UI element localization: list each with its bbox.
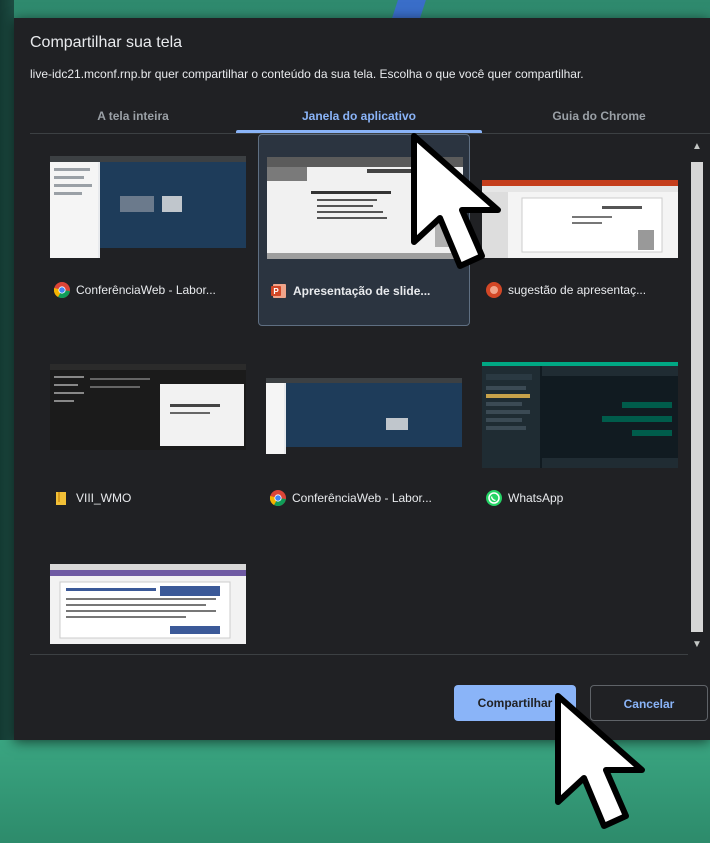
cursor-arrow-icon [555,693,645,829]
svg-text:P: P [273,287,279,296]
dialog-subtitle: live-idc21.mconf.rnp.br quer compartilha… [30,67,584,81]
window-grid: ConferênciaWeb - Labor... P Apresentação… [30,134,688,655]
window-tile[interactable]: WhatsApp [474,342,684,532]
chrome-icon [54,282,70,298]
window-title: Apresentação de slide... [293,284,431,298]
powerpoint-icon: P [271,284,286,298]
scroll-up-arrow-icon[interactable]: ▲ [690,140,704,154]
window-thumbnail [50,564,246,644]
window-label: WhatsApp [486,488,676,508]
window-tile[interactable]: VIII_WMO [42,342,252,532]
whatsapp-icon [486,490,502,506]
window-title: WhatsApp [508,491,564,505]
window-title: VIII_WMO [76,491,132,505]
desktop-left-edge [0,0,14,740]
window-title: ConferênciaWeb - Labor... [292,491,432,505]
window-tile[interactable]: ConferênciaWeb - Labor... [42,134,252,324]
desktop-decoration [392,0,426,18]
window-label: ConferênciaWeb - Labor... [54,280,244,300]
tab-application-window[interactable]: Janela do aplicativo [236,102,482,130]
window-label: P Apresentação de slide... [271,281,461,301]
share-screen-dialog: Compartilhar sua tela live-idc21.mconf.r… [14,18,710,740]
window-thumbnail [482,362,678,468]
window-label: ConferênciaWeb - Labor... [270,488,460,508]
window-thumbnail [482,180,678,258]
tab-bar: A tela inteira Janela do aplicativo Guia… [14,102,710,133]
window-thumbnail [50,156,246,258]
scroll-down-arrow-icon[interactable]: ▼ [690,638,704,652]
chrome-icon [270,490,286,506]
window-thumbnail [50,364,246,450]
window-label: VIII_WMO [54,488,244,508]
folder-icon [56,492,66,505]
powerpoint-icon [486,282,502,298]
window-thumbnail [266,378,462,454]
tab-entire-screen[interactable]: A tela inteira [30,102,236,130]
dialog-title: Compartilhar sua tela [30,34,183,51]
window-tile[interactable] [42,550,252,654]
window-tile[interactable]: ConferênciaWeb - Labor... [258,342,468,532]
window-title: ConferênciaWeb - Labor... [76,283,216,297]
scrollbar-thumb[interactable] [691,162,703,632]
window-label: sugestão de apresentaç... [486,280,676,300]
tab-chrome-tab[interactable]: Guia do Chrome [494,102,704,130]
window-title: sugestão de apresentaç... [508,283,647,297]
cursor-arrow-icon [411,133,501,269]
